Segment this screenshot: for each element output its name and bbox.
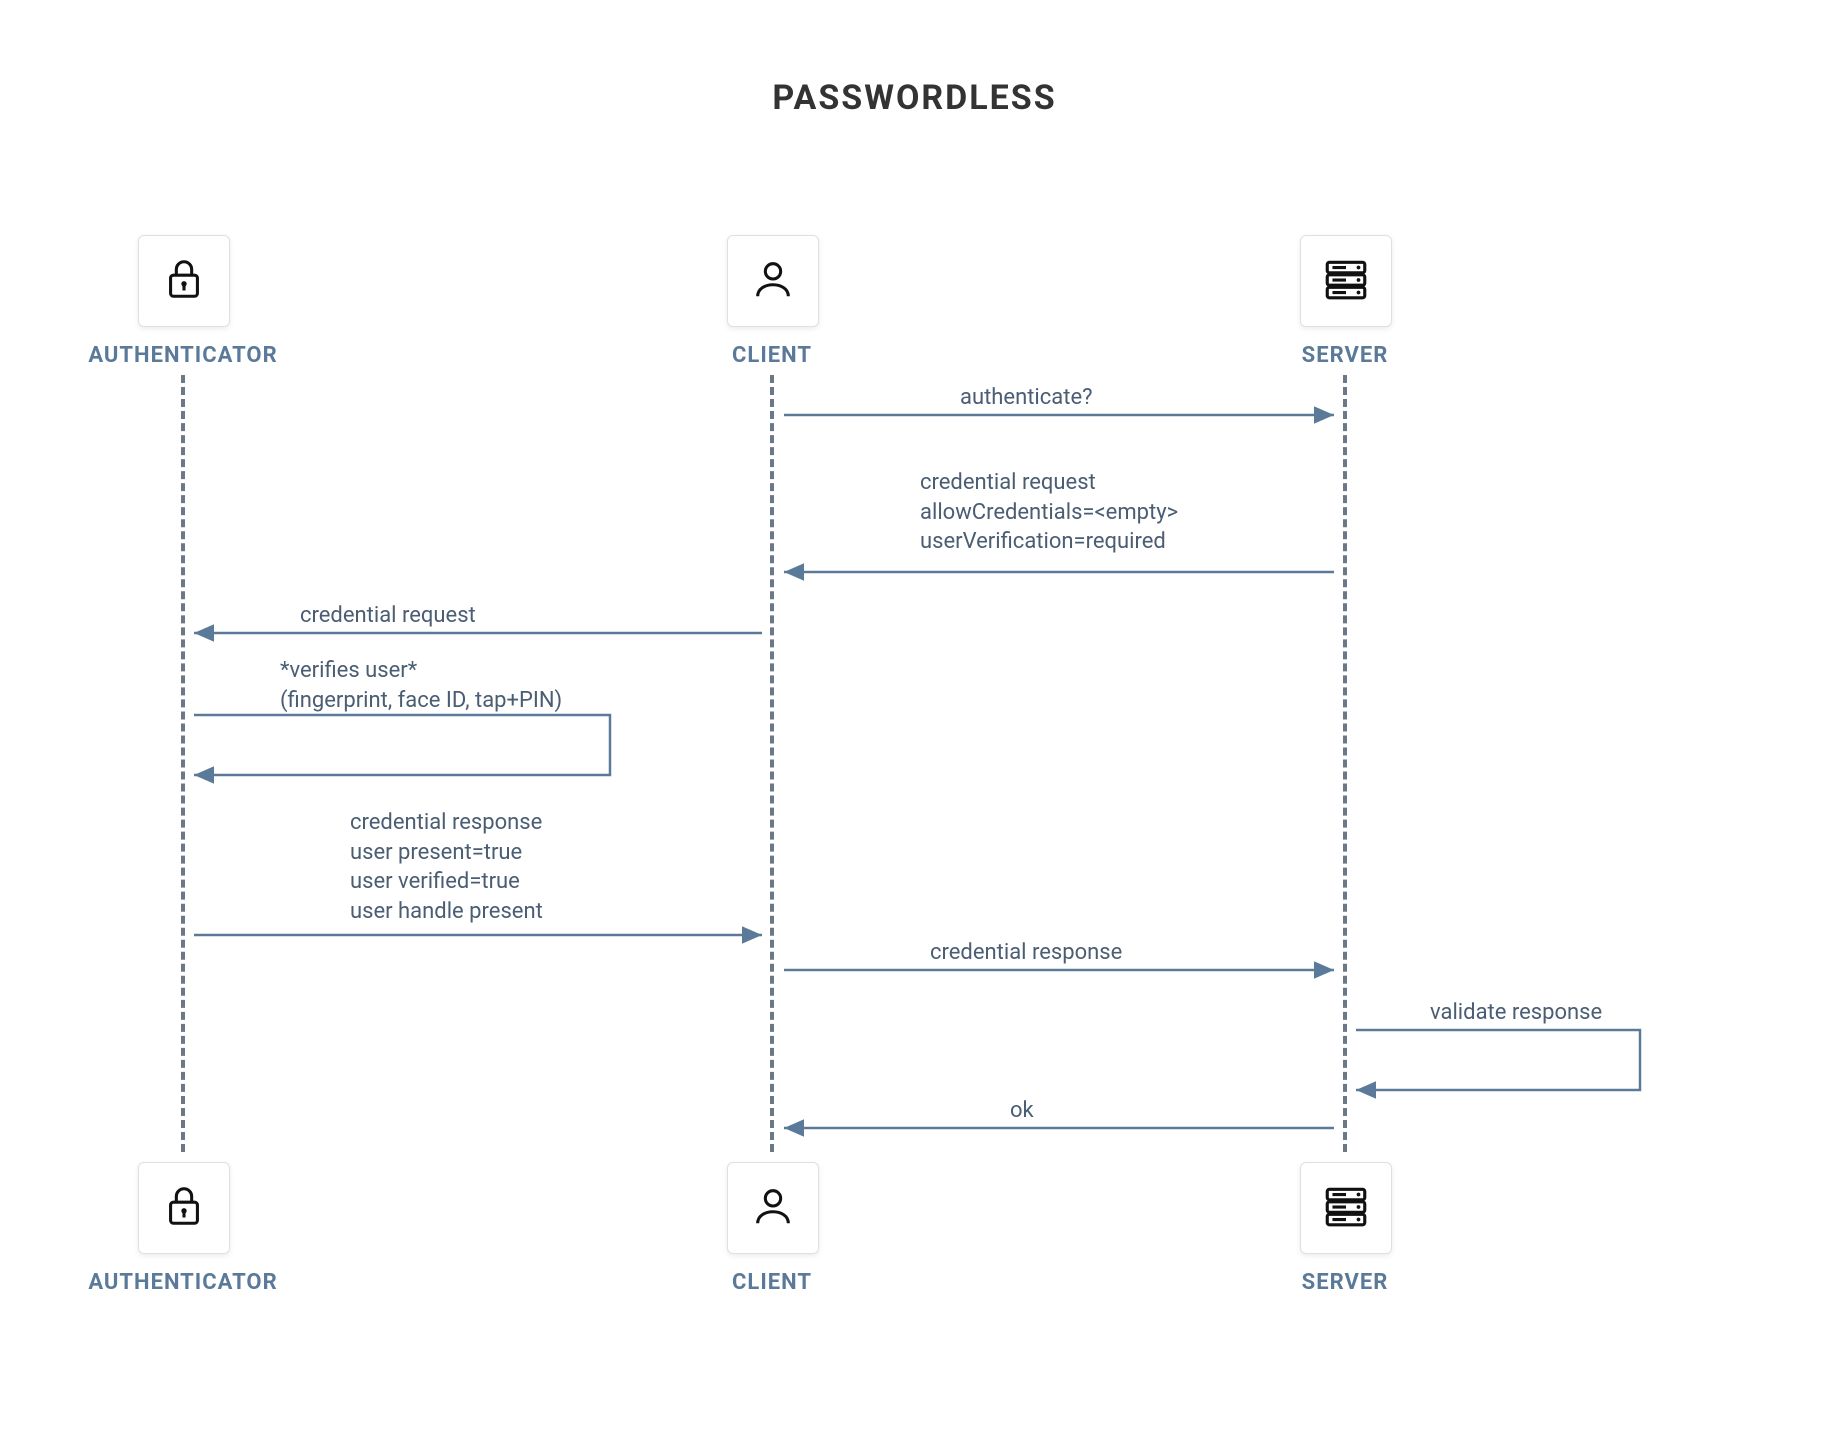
actor-box-client-bottom bbox=[727, 1162, 819, 1254]
arrow-self-validate bbox=[1356, 1030, 1640, 1090]
diagram-canvas: PASSWORDLESS bbox=[0, 0, 1829, 1430]
msg-label-ok: ok bbox=[1010, 1096, 1034, 1126]
lifeline-client bbox=[770, 375, 774, 1152]
actor-box-server-top bbox=[1300, 235, 1392, 327]
server-icon bbox=[1321, 1181, 1371, 1235]
arrows bbox=[0, 0, 1829, 1430]
actor-box-client-top bbox=[727, 235, 819, 327]
actor-label-server-bottom: SERVER bbox=[1302, 1270, 1389, 1295]
actor-label-client-top: CLIENT bbox=[732, 343, 812, 368]
msg-label-credresp-client-server: credential response bbox=[930, 938, 1122, 968]
actor-box-authenticator-bottom bbox=[138, 1162, 230, 1254]
actor-label-client-bottom: CLIENT bbox=[732, 1270, 812, 1295]
msg-label-credreq-client-auth: credential request bbox=[300, 601, 476, 631]
person-icon bbox=[750, 256, 796, 306]
person-icon bbox=[750, 1183, 796, 1233]
msg-label-authenticate: authenticate? bbox=[960, 383, 1093, 413]
arrow-self-verify bbox=[194, 715, 610, 775]
lock-icon bbox=[161, 1183, 207, 1233]
server-icon bbox=[1321, 254, 1371, 308]
actor-label-authenticator-top: AUTHENTICATOR bbox=[88, 343, 277, 368]
msg-label-credresp-auth-client: credential response user present=true us… bbox=[350, 808, 543, 927]
actor-label-server-top: SERVER bbox=[1302, 343, 1389, 368]
lock-icon bbox=[161, 256, 207, 306]
msg-label-validate-self: validate response bbox=[1430, 998, 1602, 1028]
lifeline-authenticator bbox=[181, 375, 185, 1152]
msg-label-verify-self: *verifies user* (fingerprint, face ID, t… bbox=[280, 656, 562, 715]
actor-box-authenticator-top bbox=[138, 235, 230, 327]
lifeline-server bbox=[1343, 375, 1347, 1152]
actor-box-server-bottom bbox=[1300, 1162, 1392, 1254]
actor-label-authenticator-bottom: AUTHENTICATOR bbox=[88, 1270, 277, 1295]
msg-label-credreq-server-client: credential request allowCredentials=<emp… bbox=[920, 468, 1178, 557]
